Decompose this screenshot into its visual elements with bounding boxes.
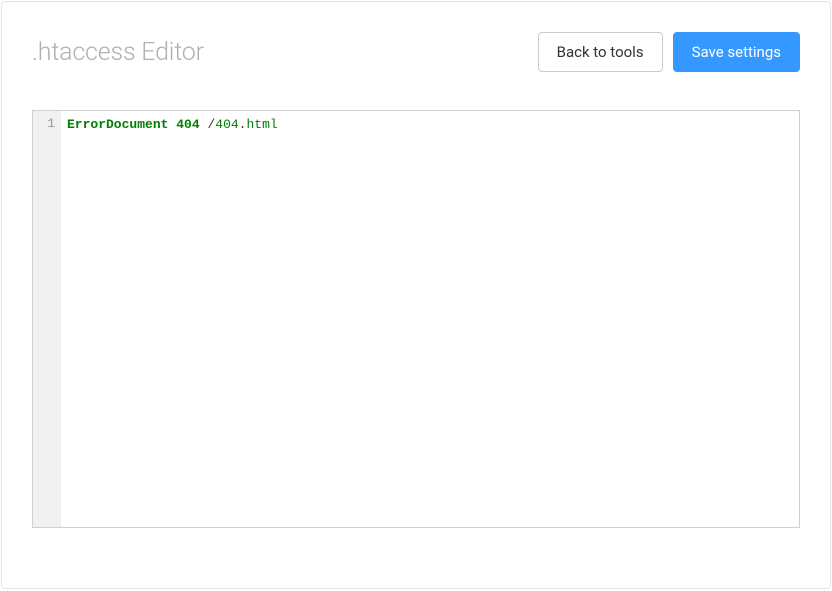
panel-header: .htaccess Editor Back to tools Save sett…	[32, 32, 800, 72]
back-to-tools-button[interactable]: Back to tools	[538, 32, 663, 72]
path-ext-token: html	[246, 117, 277, 132]
line-number: 1	[33, 116, 55, 131]
status-code-token: 404	[176, 117, 199, 132]
page-title: .htaccess Editor	[32, 38, 204, 67]
code-content[interactable]: ErrorDocument 404 /404.html	[61, 111, 799, 527]
path-base-token: 404	[215, 117, 238, 132]
save-settings-button[interactable]: Save settings	[673, 32, 800, 72]
code-editor[interactable]: 1 ErrorDocument 404 /404.html	[32, 110, 800, 528]
header-buttons: Back to tools Save settings	[538, 32, 800, 72]
directive-token: ErrorDocument	[67, 117, 168, 132]
line-number-gutter: 1	[33, 111, 61, 527]
htaccess-editor-panel: .htaccess Editor Back to tools Save sett…	[1, 1, 831, 589]
